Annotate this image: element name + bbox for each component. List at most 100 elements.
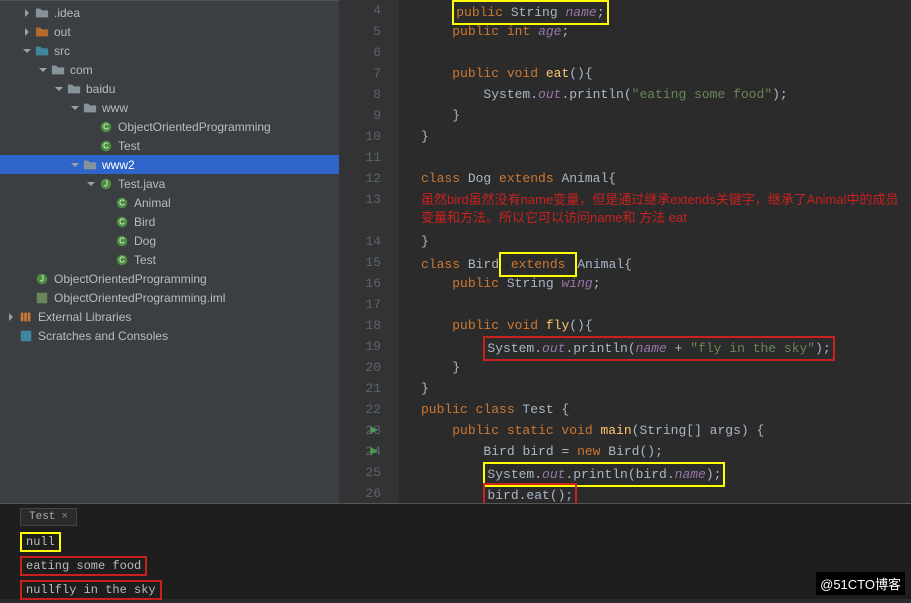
tree-label: out xyxy=(54,25,71,39)
tree-label: ObjectOrientedProgramming.iml xyxy=(54,291,225,305)
tree-item-out[interactable]: out xyxy=(0,22,339,41)
line-number: 18 xyxy=(339,315,381,336)
arrow-spacer xyxy=(100,234,114,248)
arrow-spacer xyxy=(84,139,98,153)
tree-item-com[interactable]: com xyxy=(0,60,339,79)
class-icon: C xyxy=(114,195,130,211)
tree-item-objectorientedprogramming-iml[interactable]: ObjectOrientedProgramming.iml xyxy=(0,288,339,307)
arrow-spacer xyxy=(100,196,114,210)
lib-icon xyxy=(18,309,34,325)
class-icon: C xyxy=(114,214,130,230)
line-number: 13 xyxy=(339,189,381,231)
folder-icon xyxy=(82,100,98,116)
line-number: 16 xyxy=(339,273,381,294)
folder-out-icon xyxy=(34,24,50,40)
ide-main: .ideaoutsrccombaiduwwwCObjectOrientedPro… xyxy=(0,0,911,503)
svg-text:C: C xyxy=(119,217,125,226)
folder-icon xyxy=(66,81,82,97)
tree-item-objectorientedprogramming[interactable]: J ObjectOrientedProgramming xyxy=(0,269,339,288)
tree-label: Test xyxy=(118,139,140,153)
term-output-1: null xyxy=(20,532,61,552)
term-output-3: nullfly in the sky xyxy=(20,580,162,600)
class-icon: C xyxy=(98,119,114,135)
svg-text:C: C xyxy=(103,122,109,131)
tree-label: baidu xyxy=(86,82,115,96)
tree-item-animal[interactable]: CAnimal xyxy=(0,193,339,212)
close-icon[interactable]: × xyxy=(61,511,68,523)
tree-item-src[interactable]: src xyxy=(0,41,339,60)
chevron-right-icon[interactable] xyxy=(20,25,34,39)
folder-icon xyxy=(50,62,66,78)
line-gutter: 4567891011121314151617181920212223▶24▶25… xyxy=(339,0,399,503)
tree-item--idea[interactable]: .idea xyxy=(0,3,339,22)
line-number: 26 xyxy=(339,483,381,504)
chevron-down-icon[interactable] xyxy=(84,177,98,191)
svg-text:J: J xyxy=(40,274,44,283)
arrow-spacer xyxy=(84,120,98,134)
tree-label: src xyxy=(54,44,70,58)
tree-label: ObjectOrientedProgramming xyxy=(54,272,207,286)
tree-label: Test xyxy=(134,253,156,267)
java-icon: J xyxy=(98,176,114,192)
arrow-spacer xyxy=(20,272,34,286)
tree-label: Scratches and Consoles xyxy=(38,329,168,343)
svg-text:J: J xyxy=(104,179,108,188)
tree-item-dog[interactable]: C Dog xyxy=(0,231,339,250)
chevron-down-icon[interactable] xyxy=(68,101,82,115)
svg-text:C: C xyxy=(103,141,109,150)
tree-item-test[interactable]: C Test xyxy=(0,250,339,269)
code-editor: 4567891011121314151617181920212223▶24▶25… xyxy=(339,0,911,503)
class-icon: C xyxy=(114,252,130,268)
line-number: 22 xyxy=(339,399,381,420)
run-gutter-icon[interactable]: ▶ xyxy=(370,441,378,462)
line-number: 7 xyxy=(339,63,381,84)
line-number: 10 xyxy=(339,126,381,147)
line-number: 5 xyxy=(339,21,381,42)
tree-item-bird[interactable]: CBird xyxy=(0,212,339,231)
class-icon: C xyxy=(98,138,114,154)
line-number: 19 xyxy=(339,336,381,357)
java-icon: J xyxy=(34,271,50,287)
folder-src-icon xyxy=(34,43,50,59)
terminal-tab-label: Test xyxy=(29,511,55,523)
annotation-text: 虽然bird虽然没有name变量，但是通过继承extends关键字，继承了Ani… xyxy=(421,189,911,227)
term-output-2: eating some food xyxy=(20,556,147,576)
arrow-spacer xyxy=(20,291,34,305)
folder-idea-icon xyxy=(34,5,50,21)
line-number: 21 xyxy=(339,378,381,399)
arrow-spacer xyxy=(100,215,114,229)
chevron-down-icon[interactable] xyxy=(20,44,34,58)
line-number: 15 xyxy=(339,252,381,273)
arrow-spacer xyxy=(4,329,18,343)
tree-label: Dog xyxy=(134,234,156,248)
svg-text:C: C xyxy=(119,236,125,245)
line-number: 6 xyxy=(339,42,381,63)
chevron-down-icon[interactable] xyxy=(68,158,82,172)
scratch-icon xyxy=(18,328,34,344)
tree-item-www[interactable]: www xyxy=(0,98,339,117)
tree-label: Test.java xyxy=(118,177,165,191)
tree-label: com xyxy=(70,63,93,77)
tree-item-www2[interactable]: www2 xyxy=(0,155,339,174)
line-number: 17 xyxy=(339,294,381,315)
tree-item-scratches-and-consoles[interactable]: Scratches and Consoles xyxy=(0,326,339,345)
line-number: 20 xyxy=(339,357,381,378)
tree-label: www xyxy=(102,101,128,115)
code-area[interactable]: public String name; public int age; publ… xyxy=(399,0,911,503)
chevron-down-icon[interactable] xyxy=(52,82,66,96)
arrow-spacer xyxy=(100,253,114,267)
run-gutter-icon[interactable]: ▶ xyxy=(370,420,378,441)
tree-item-objectorientedprogramming[interactable]: CObjectOrientedProgramming xyxy=(0,117,339,136)
class-icon: C xyxy=(114,233,130,249)
tree-item-external-libraries[interactable]: External Libraries xyxy=(0,307,339,326)
folder-icon xyxy=(82,157,98,173)
chevron-down-icon[interactable] xyxy=(36,63,50,77)
iml-icon xyxy=(34,290,50,306)
chevron-right-icon[interactable] xyxy=(20,6,34,20)
tree-item-test[interactable]: C Test xyxy=(0,136,339,155)
terminal-tab[interactable]: Test × xyxy=(20,508,77,526)
tree-item-test-java[interactable]: J Test.java xyxy=(0,174,339,193)
terminal-panel: Test × null eating some food nullfly in … xyxy=(0,503,911,599)
tree-item-baidu[interactable]: baidu xyxy=(0,79,339,98)
chevron-right-icon[interactable] xyxy=(4,310,18,324)
